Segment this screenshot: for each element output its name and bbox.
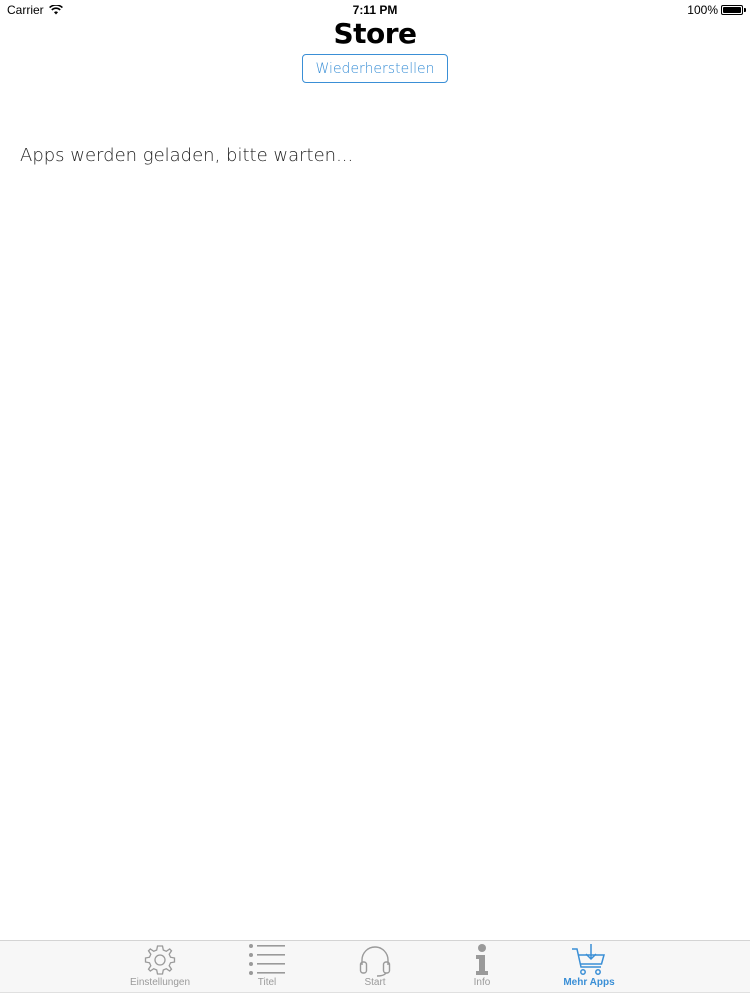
restore-button[interactable]: Wiederherstellen: [302, 54, 448, 83]
bottom-edge: [0, 992, 750, 1000]
tab-label: Info: [473, 977, 491, 988]
tab-mehr-apps[interactable]: Mehr Apps: [544, 941, 634, 991]
headphones-icon: [359, 946, 391, 977]
tab-titel[interactable]: Titel: [222, 941, 312, 991]
cart-download-icon: [572, 944, 605, 975]
list-icon: [249, 944, 285, 975]
battery-percent: 100%: [687, 3, 718, 17]
loading-message: Apps werden geladen, bitte warten...: [20, 145, 354, 166]
clock: 7:11 PM: [352, 3, 398, 17]
battery-indicator: 100%: [687, 3, 746, 17]
tab-label: Titel: [257, 977, 277, 988]
info-icon: [476, 944, 488, 975]
tab-label: Start: [364, 977, 386, 988]
tab-einstellungen[interactable]: Einstellungen: [115, 941, 205, 991]
tab-label: Mehr Apps: [563, 977, 615, 988]
tab-info[interactable]: Info: [437, 941, 527, 991]
tab-bar: Einstellungen Titel Start Info Mehr Apps: [0, 940, 750, 992]
battery-icon: [721, 5, 743, 15]
page-title: Store: [333, 17, 417, 50]
tab-start[interactable]: Start: [330, 941, 420, 991]
gear-icon: [144, 945, 176, 975]
tab-label: Einstellungen: [129, 977, 191, 988]
